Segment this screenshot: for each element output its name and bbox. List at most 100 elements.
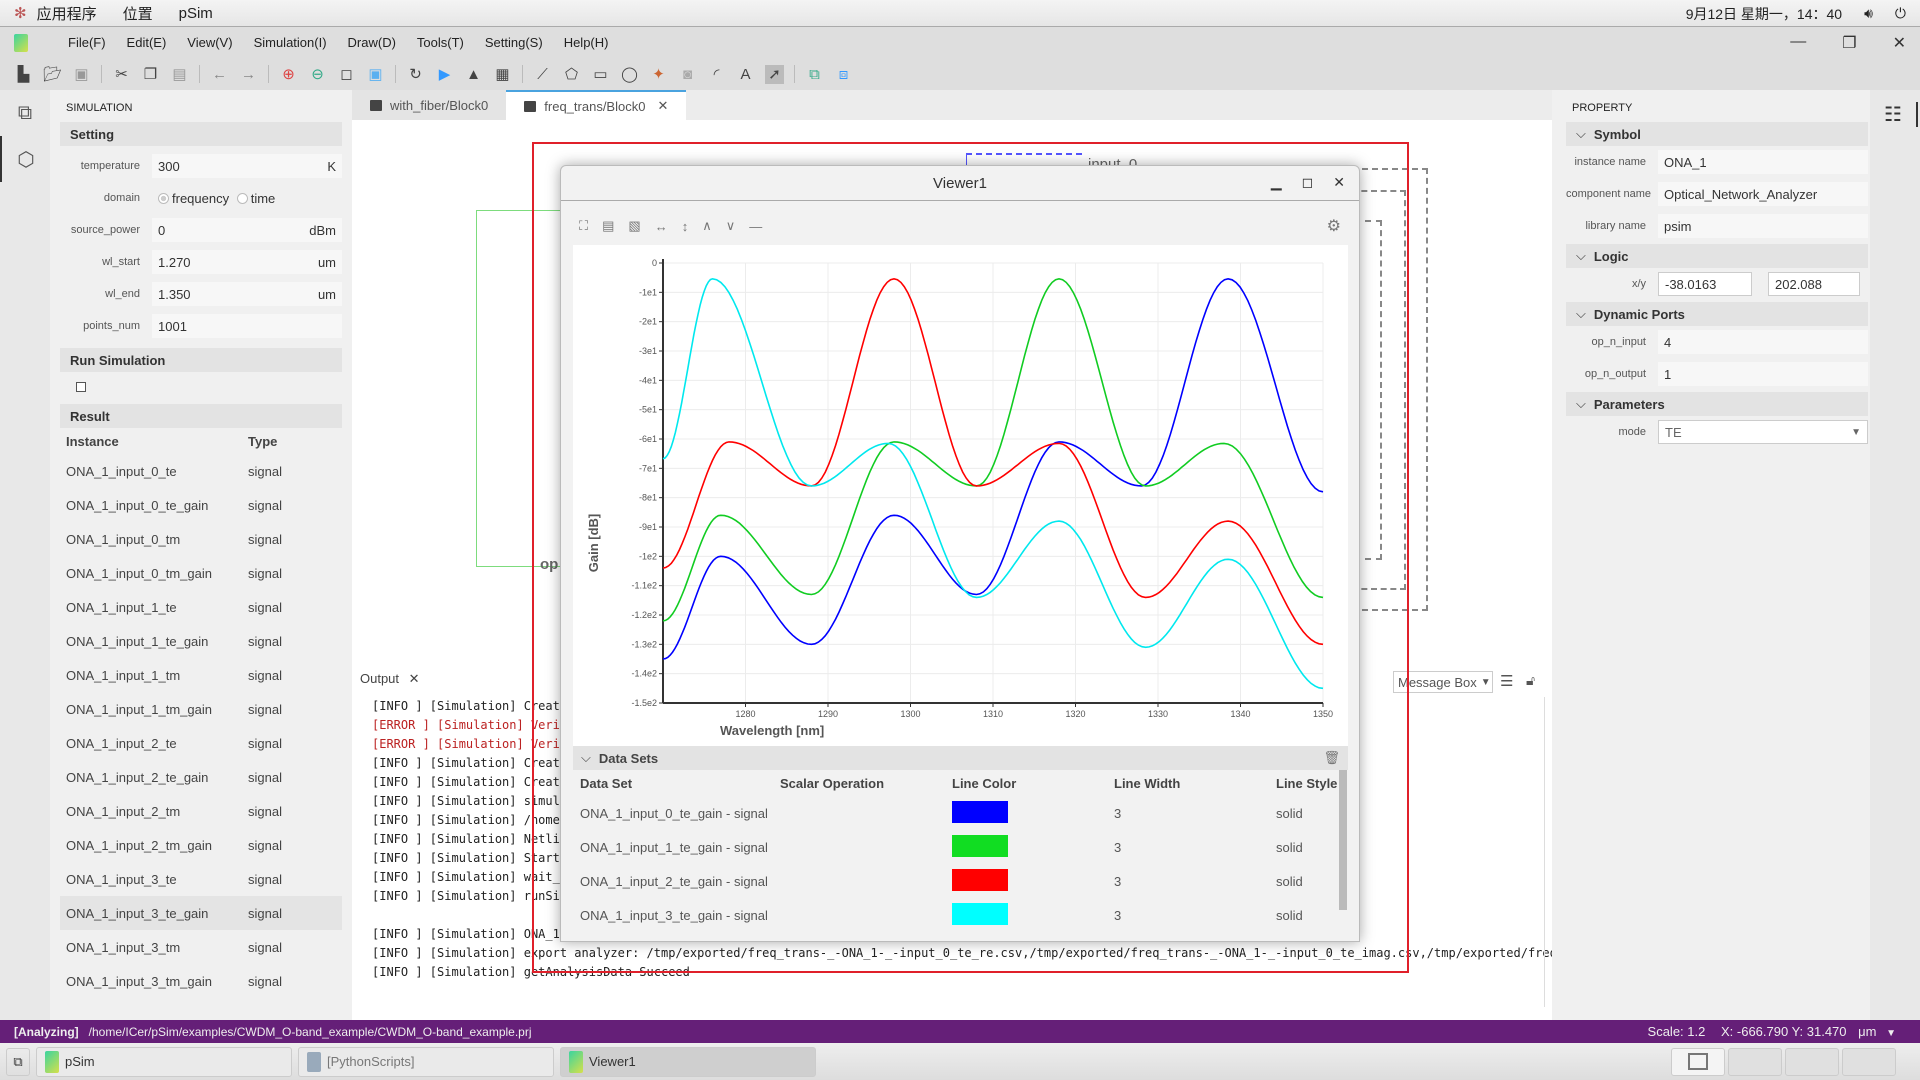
minus-icon[interactable]: —	[749, 219, 762, 234]
chevron-up-icon[interactable]: ∧	[702, 218, 712, 234]
color-swatch[interactable]	[952, 800, 1008, 823]
result-row[interactable]: ONA_1_input_2_tm_gain signal	[60, 828, 342, 862]
library-name-input[interactable]: psim	[1658, 214, 1868, 238]
dataset-row[interactable]: ONA_1_input_0_te_gain - signal 3 solid	[573, 796, 1348, 830]
output-tab[interactable]: Output ✕	[360, 671, 420, 687]
flip-horizontal-icon[interactable]: ▶	[435, 65, 454, 84]
line-width[interactable]: 3	[1114, 908, 1276, 923]
tab-freq-trans-block0[interactable]: freq_trans/Block0 ✕	[506, 90, 687, 120]
gain-chart[interactable]: 0 -1e1 -2e1 -3e1 -4e1 -5e1 -6e1 -7e1 -8e1 -9e1 -1e…	[573, 245, 1348, 750]
logic-section-header[interactable]: ⌵ Logic	[1566, 244, 1868, 268]
zoom-in-icon[interactable]: ⊕	[279, 65, 298, 84]
export-data-icon[interactable]: ▤	[602, 218, 614, 234]
workspace-3[interactable]	[1785, 1047, 1839, 1076]
fit-horizontal-icon[interactable]: ↔	[655, 219, 668, 234]
result-row[interactable]: ONA_1_input_0_tm_gain signal	[60, 556, 342, 590]
temperature-input[interactable]: 300 K	[152, 154, 342, 178]
viewer-title-bar[interactable]: Viewer1 ▁ ◻ ✕	[561, 166, 1359, 201]
run-simulation-checkbox[interactable]	[76, 382, 86, 392]
flip-vertical-icon[interactable]: ▲	[464, 65, 483, 84]
wl-start-input[interactable]: 1.270 um	[152, 250, 342, 274]
taskbar-item-pythonscripts[interactable]: [PythonScripts]	[298, 1046, 554, 1077]
minimize-window-button[interactable]: —	[1790, 33, 1806, 53]
save-icon[interactable]: ▣	[72, 65, 91, 84]
line-color-cell[interactable]	[952, 834, 1114, 860]
align-icon[interactable]: ▦	[493, 65, 512, 84]
clock[interactable]: 9月12日 星期一，14：40	[1686, 4, 1842, 24]
clear-output-icon[interactable]: ☰	[1500, 672, 1513, 690]
result-row[interactable]: ONA_1_input_3_tm signal	[60, 930, 342, 964]
restore-window-button[interactable]: ❐	[1842, 33, 1856, 53]
places-menu[interactable]: 位置	[123, 3, 153, 24]
result-row[interactable]: ONA_1_input_3_te_gain signal	[60, 896, 342, 930]
redo-icon[interactable]: →	[239, 65, 258, 84]
instance-name-input[interactable]: ONA_1	[1658, 150, 1868, 174]
chart-area[interactable]: 0 -1e1 -2e1 -3e1 -4e1 -5e1 -6e1 -7e1 -8e1 -9e1 -1e…	[573, 245, 1348, 750]
tab-with-fiber-block0[interactable]: with_fiber/Block0	[352, 90, 507, 120]
menu-file[interactable]: File(F)	[68, 35, 106, 50]
x-input[interactable]: -38.0163	[1658, 272, 1752, 296]
ungroup-icon[interactable]: ⧈	[834, 65, 853, 84]
run-simulation-section-header[interactable]: Run Simulation	[60, 348, 342, 372]
result-section-header[interactable]: Result	[60, 404, 342, 428]
result-row[interactable]: ONA_1_input_2_tm signal	[60, 794, 342, 828]
zoom-out-icon[interactable]: ⊖	[308, 65, 327, 84]
fit-vertical-icon[interactable]: ↕	[682, 219, 689, 234]
line-width[interactable]: 3	[1114, 840, 1276, 855]
wl-end-input[interactable]: 1.350 um	[152, 282, 342, 306]
result-row[interactable]: ONA_1_input_1_tm signal	[60, 658, 342, 692]
menu-edit[interactable]: Edit(E)	[127, 35, 167, 50]
close-window-button[interactable]: ✕	[1893, 33, 1906, 53]
line-width[interactable]: 3	[1114, 806, 1276, 821]
component-name-input[interactable]: Optical_Network_Analyzer	[1658, 182, 1868, 206]
chevron-down-icon[interactable]: ∨	[726, 218, 736, 234]
group-icon[interactable]: ⧉	[805, 65, 824, 84]
delete-icon[interactable]: 🗑︎	[1323, 750, 1340, 766]
arc-icon[interactable]: ◜	[707, 65, 726, 84]
result-row[interactable]: ONA_1_input_0_tm signal	[60, 522, 342, 556]
new-file-icon[interactable]: ▙	[14, 65, 33, 84]
taskbar-item-psim[interactable]: pSim	[36, 1046, 292, 1077]
rectangle-icon[interactable]: ▭	[591, 65, 610, 84]
workspace-2[interactable]	[1728, 1047, 1782, 1076]
output-scrollbar[interactable]	[1544, 697, 1545, 1007]
paste-icon[interactable]: ▤	[170, 65, 189, 84]
camera-icon[interactable]: ◙	[678, 65, 697, 84]
line-width[interactable]: 3	[1114, 874, 1276, 889]
show-desktop-icon[interactable]: ⧉	[6, 1047, 30, 1076]
result-row[interactable]: ONA_1_input_0_te signal	[60, 454, 342, 488]
applications-menu[interactable]: 应用程序	[37, 3, 97, 24]
result-row[interactable]: ONA_1_input_2_te_gain signal	[60, 760, 342, 794]
result-row[interactable]: ONA_1_input_1_te_gain signal	[60, 624, 342, 658]
close-icon[interactable]: ✕	[1333, 174, 1345, 191]
dataset-row[interactable]: ONA_1_input_1_te_gain - signal 3 solid	[573, 830, 1348, 864]
color-swatch[interactable]	[952, 834, 1008, 857]
export-image-icon[interactable]: ▧	[628, 218, 640, 234]
message-filter-select[interactable]: Message Box ▼	[1393, 671, 1493, 693]
result-row[interactable]: ONA_1_input_0_te_gain signal	[60, 488, 342, 522]
fit-view-icon[interactable]: ⛶	[579, 218, 588, 234]
result-row[interactable]: ONA_1_input_1_te signal	[60, 590, 342, 624]
block-outline[interactable]	[476, 210, 566, 567]
menu-draw[interactable]: Draw(D)	[348, 35, 396, 50]
cut-icon[interactable]: ✂	[112, 65, 131, 84]
taskbar-item-viewer1[interactable]: Viewer1	[560, 1046, 816, 1077]
copy-icon[interactable]: ❐	[141, 65, 160, 84]
result-row[interactable]: ONA_1_input_1_tm_gain signal	[60, 692, 342, 726]
pointer-icon[interactable]: ➚	[765, 64, 784, 84]
result-row[interactable]: ONA_1_input_2_te signal	[60, 726, 342, 760]
text-icon[interactable]: A	[736, 65, 755, 84]
op-n-input-field[interactable]: 4	[1658, 330, 1868, 354]
polygon-icon[interactable]: ⬠	[562, 65, 581, 84]
frequency-radio[interactable]	[158, 192, 169, 204]
line-icon[interactable]: ⟋	[533, 65, 552, 84]
datasets-section-header[interactable]: ⌵ Data Sets 🗑︎	[573, 746, 1348, 770]
menu-setting[interactable]: Setting(S)	[485, 35, 543, 50]
line-color-cell[interactable]	[952, 800, 1114, 826]
time-radio[interactable]	[236, 192, 248, 204]
datasets-scrollbar[interactable]	[1339, 770, 1347, 910]
pin-icon[interactable]: ✦	[649, 65, 668, 84]
undo-icon[interactable]: ←	[210, 65, 229, 84]
result-row[interactable]: ONA_1_input_3_tm_gain signal	[60, 964, 342, 998]
line-color-cell[interactable]	[952, 868, 1114, 894]
